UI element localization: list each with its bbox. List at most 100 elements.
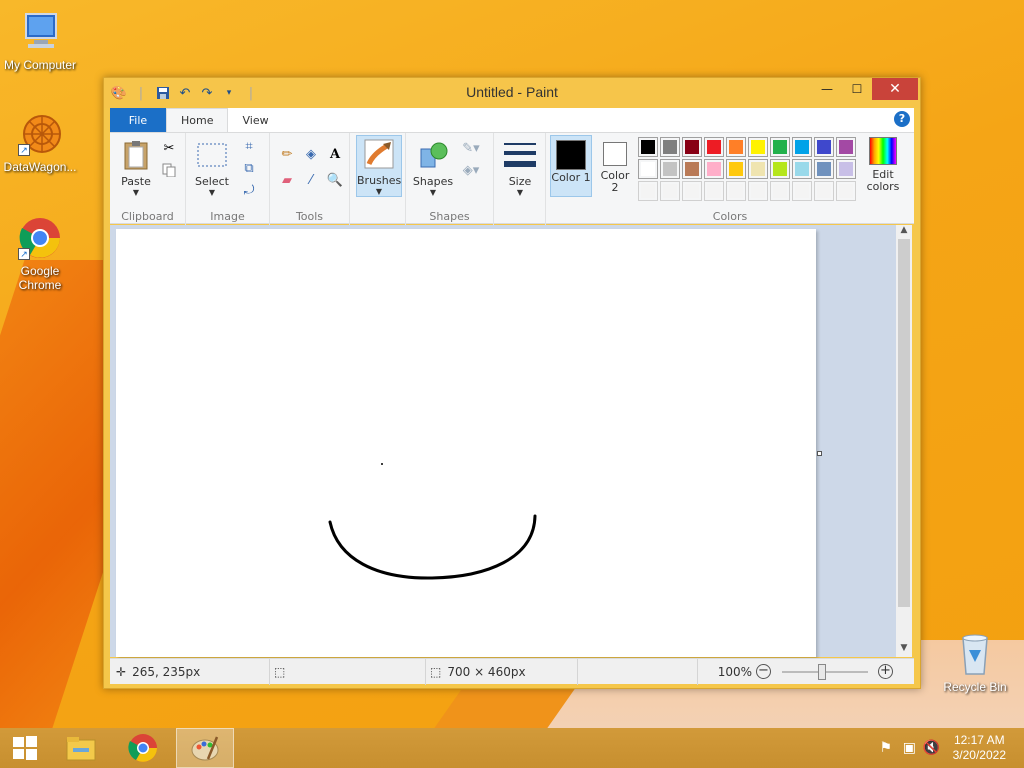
- color-swatch[interactable]: [726, 159, 746, 179]
- color-swatch[interactable]: [836, 159, 856, 179]
- color-swatch[interactable]: [836, 181, 856, 201]
- color-swatch[interactable]: [638, 159, 658, 179]
- color-swatch[interactable]: [770, 159, 790, 179]
- tools-group: ✏ ◈ A ▰ ⁄ 🔍 Tools: [270, 133, 350, 225]
- size-button[interactable]: Size ▼: [498, 139, 542, 197]
- tab-view[interactable]: View: [228, 108, 282, 132]
- scroll-up-icon[interactable]: ▲: [896, 225, 912, 239]
- taskbar: ⚑ ▣ 🔇 12:17 AM 3/20/2022: [0, 728, 1024, 768]
- help-icon[interactable]: ?: [894, 111, 910, 127]
- taskbar-paint[interactable]: [176, 728, 234, 768]
- chrome-icon: [128, 734, 157, 762]
- tab-home[interactable]: Home: [166, 108, 229, 132]
- zoom-out-button[interactable]: −: [756, 664, 771, 679]
- shapes-button[interactable]: Shapes ▼: [410, 139, 456, 197]
- title-bar[interactable]: 🎨 | ↶ ↷ ▾ | Untitled - Paint — ☐ ✕: [104, 78, 920, 108]
- close-button[interactable]: ✕: [872, 78, 918, 100]
- maximize-button[interactable]: ☐: [842, 78, 872, 100]
- color1-swatch: [556, 140, 586, 170]
- cut-icon[interactable]: ✂: [160, 139, 178, 157]
- color-swatch[interactable]: [814, 181, 834, 201]
- select-button[interactable]: Select ▼: [190, 139, 234, 197]
- eraser-icon[interactable]: ▰: [278, 171, 296, 189]
- drawn-curve: [328, 514, 537, 580]
- move-icon: ✛: [116, 665, 127, 679]
- color-swatch[interactable]: [792, 181, 812, 201]
- color-swatch[interactable]: [682, 181, 702, 201]
- color-swatch[interactable]: [638, 181, 658, 201]
- start-button[interactable]: [0, 728, 50, 768]
- scrollbar-thumb[interactable]: [898, 239, 910, 607]
- pencil-icon[interactable]: ✏: [278, 145, 296, 163]
- window-controls: — ☐ ✕: [812, 78, 918, 100]
- color-swatch[interactable]: [770, 181, 790, 201]
- ribbon: Paste ▼ ✂ Clipboard Select ▼ ⌗ ⧉ ⤾ Image: [110, 132, 914, 225]
- color-swatch[interactable]: [660, 137, 680, 157]
- group-label: Image: [210, 210, 245, 223]
- vertical-scrollbar[interactable]: ▲ ▼: [896, 225, 912, 657]
- zoom-in-button[interactable]: +: [878, 664, 893, 679]
- color-swatch[interactable]: [792, 159, 812, 179]
- minimize-button[interactable]: —: [812, 78, 842, 100]
- fill-shape-icon[interactable]: ◈▾: [462, 161, 480, 179]
- color-swatch[interactable]: [638, 137, 658, 157]
- magnifier-icon[interactable]: 🔍: [326, 171, 344, 189]
- shapes-label: Shapes: [412, 175, 454, 188]
- outline-icon[interactable]: ✎▾: [462, 139, 480, 157]
- crop-icon[interactable]: ⌗: [240, 137, 258, 155]
- clock[interactable]: 12:17 AM 3/20/2022: [953, 733, 1006, 763]
- color-swatch[interactable]: [836, 137, 856, 157]
- color-swatch[interactable]: [660, 181, 680, 201]
- shapes-group: Shapes ▼ ✎▾ ◈▾ Shapes: [406, 133, 494, 225]
- color-swatch[interactable]: [748, 159, 768, 179]
- resize-icon[interactable]: ⧉: [240, 159, 258, 177]
- color1-button[interactable]: Color 1: [550, 135, 592, 197]
- color-swatch[interactable]: [682, 159, 702, 179]
- color-swatch[interactable]: [704, 137, 724, 157]
- desktop-icon-recycle-bin[interactable]: Recycle Bin: [935, 632, 1015, 694]
- desktop-icon-label: Recycle Bin: [943, 680, 1007, 694]
- scroll-down-icon[interactable]: ▼: [896, 643, 912, 657]
- color2-button[interactable]: Color 2: [596, 135, 634, 197]
- canvas-resize-handle[interactable]: [817, 451, 822, 456]
- paste-button[interactable]: Paste ▼: [116, 139, 156, 197]
- zoom-slider-thumb[interactable]: [818, 664, 826, 680]
- copy-icon[interactable]: [160, 161, 178, 179]
- network-icon[interactable]: ▣: [903, 740, 916, 756]
- edit-colors-button[interactable]: Edit colors: [858, 137, 908, 193]
- desktop-icon-google-chrome[interactable]: ↗ Google Chrome: [0, 216, 80, 292]
- color-swatch[interactable]: [792, 137, 812, 157]
- color-swatch[interactable]: [748, 181, 768, 201]
- text-icon[interactable]: A: [326, 145, 344, 163]
- color-swatch[interactable]: [704, 159, 724, 179]
- recycle-bin-icon: [953, 632, 997, 676]
- taskbar-file-explorer[interactable]: [52, 728, 110, 768]
- color-swatch[interactable]: [726, 137, 746, 157]
- tab-file[interactable]: File: [110, 108, 166, 132]
- brushes-button[interactable]: Brushes ▼: [356, 135, 402, 197]
- color-swatch[interactable]: [726, 181, 746, 201]
- volume-muted-icon[interactable]: 🔇: [923, 740, 940, 756]
- edit-colors-icon: [869, 137, 897, 165]
- action-center-flag-icon[interactable]: ⚑: [879, 740, 892, 756]
- color-swatch[interactable]: [814, 137, 834, 157]
- color-swatch[interactable]: [660, 159, 680, 179]
- color-swatch[interactable]: [770, 137, 790, 157]
- color-picker-icon[interactable]: ⁄: [302, 171, 320, 189]
- taskbar-chrome[interactable]: [114, 728, 172, 768]
- color-swatch[interactable]: [704, 181, 724, 201]
- clipboard-group: Paste ▼ ✂ Clipboard: [110, 133, 186, 225]
- desktop-icon-my-computer[interactable]: My Computer: [0, 10, 80, 72]
- desktop-icon-datawagon[interactable]: ↗ DataWagon...: [0, 112, 80, 174]
- drawn-dot: [381, 463, 383, 465]
- fill-icon[interactable]: ◈: [302, 145, 320, 163]
- color-swatch[interactable]: [814, 159, 834, 179]
- color-swatch[interactable]: [682, 137, 702, 157]
- paint-window: 🎨 | ↶ ↷ ▾ | Untitled - Paint — ☐ ✕ File …: [103, 77, 921, 689]
- rotate-icon[interactable]: ⤾: [240, 181, 258, 199]
- drawing-canvas[interactable]: [116, 229, 816, 657]
- image-size: ⬚ 700 × 460px: [426, 659, 578, 685]
- computer-icon: [18, 10, 62, 54]
- chevron-down-icon: ▼: [132, 188, 140, 197]
- color-swatch[interactable]: [748, 137, 768, 157]
